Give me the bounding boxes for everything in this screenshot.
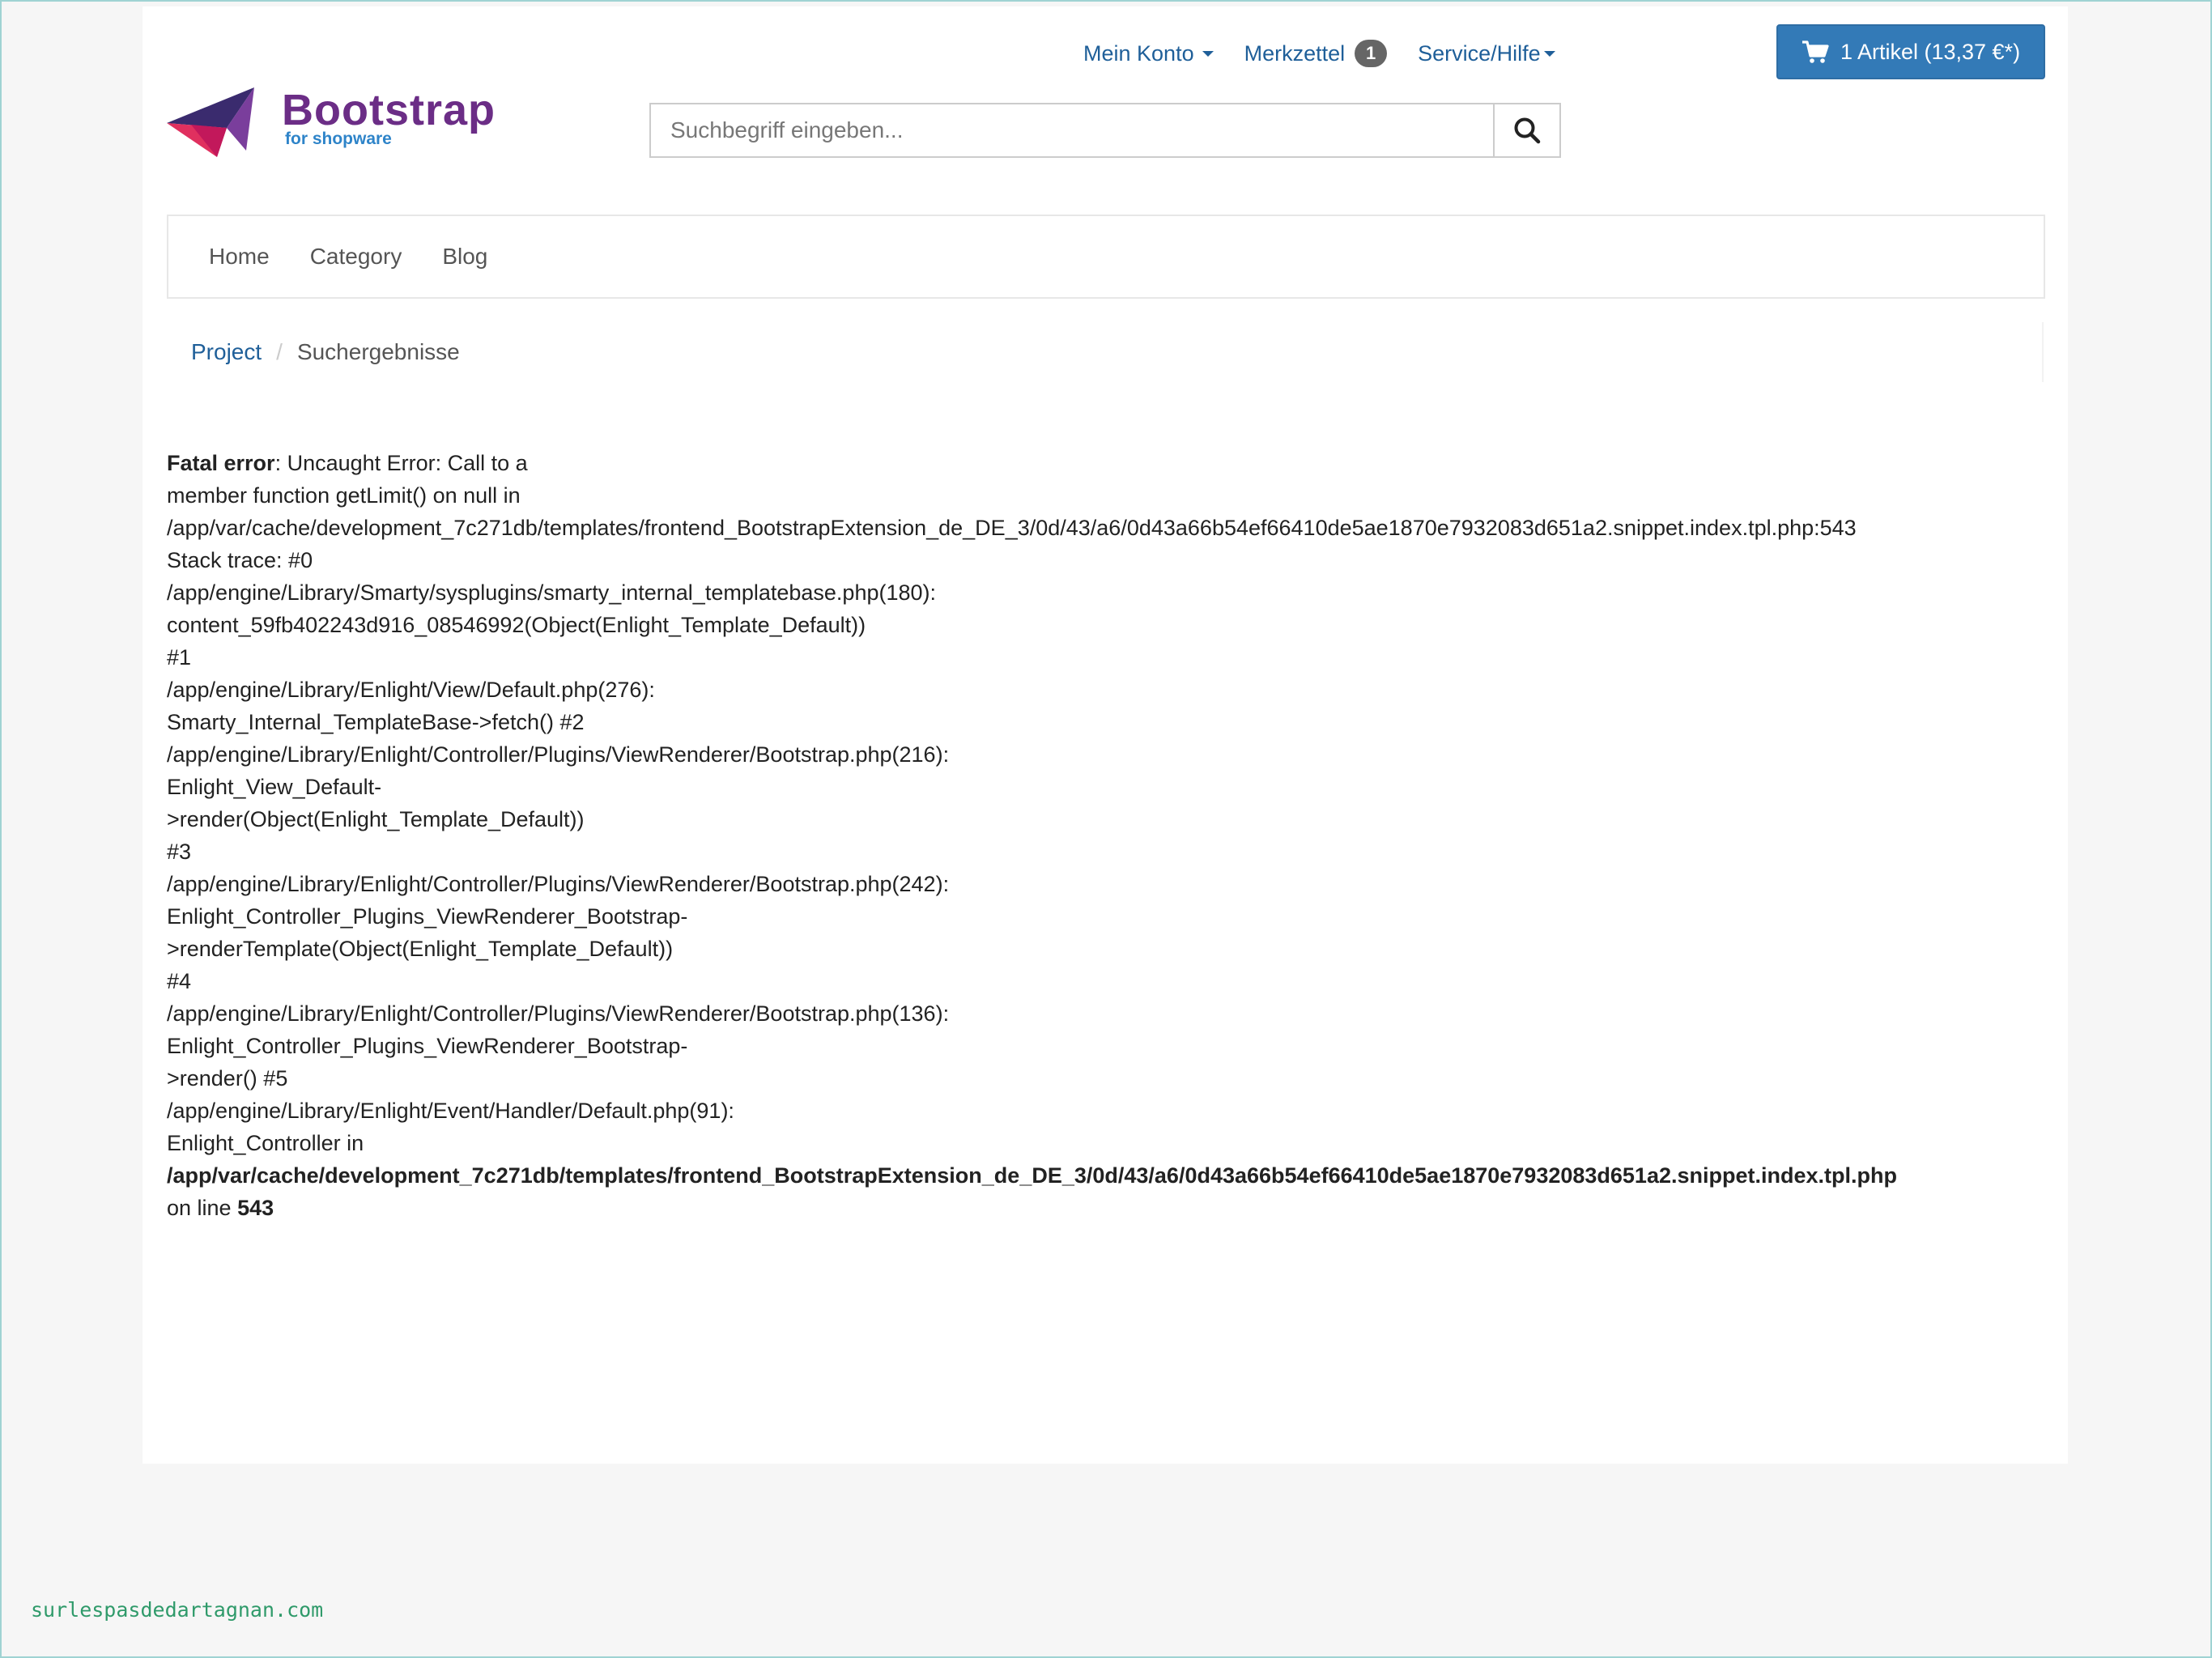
error-path-bold: /app/var/cache/development_7c271db/templ…: [167, 1163, 1897, 1188]
breadcrumb: Project / Suchergebnisse: [167, 322, 2044, 382]
my-account-dropdown[interactable]: Mein Konto: [1083, 41, 1214, 66]
error-line: Enlight_View_Default-: [167, 775, 382, 799]
error-line: /app/engine/Library/Enlight/Event/Handle…: [167, 1099, 734, 1123]
my-account-label: Mein Konto: [1083, 40, 1194, 66]
error-line: >render(Object(Enlight_Template_Default)…: [167, 807, 585, 831]
chevron-down-icon: [1543, 50, 1555, 57]
search-button[interactable]: [1493, 103, 1561, 158]
watermark: surlespasdedartagnan.com: [31, 1598, 324, 1622]
nav-item-home[interactable]: Home: [209, 244, 270, 270]
error-title: Fatal error: [167, 451, 275, 475]
logo-subtitle: for shopware: [285, 130, 392, 148]
main-navigation: Home Category Blog: [167, 215, 2045, 299]
error-line: Fatal error: Uncaught Error: Call to a: [167, 447, 2053, 479]
wishlist-label: Merkzettel: [1244, 40, 1346, 66]
error-line: /app/engine/Library/Smarty/sysplugins/sm…: [167, 580, 937, 605]
breadcrumb-root-link[interactable]: Project: [191, 339, 262, 365]
search-bar: [649, 103, 1561, 159]
error-line: >renderTemplate(Object(Enlight_Template_…: [167, 937, 674, 961]
wishlist-count-badge: 1: [1355, 40, 1388, 67]
error-line: Enlight_Controller_Plugins_ViewRenderer_…: [167, 904, 688, 929]
error-line: Stack trace: #0: [167, 548, 313, 572]
brand-logo[interactable]: Bootstrap for shopware: [167, 86, 507, 160]
error-line: Smarty_Internal_TemplateBase->fetch() #2: [167, 710, 585, 734]
nav-item-blog[interactable]: Blog: [442, 244, 487, 270]
error-line: #1: [167, 645, 192, 670]
error-line: /app/var/cache/development_7c271db/templ…: [167, 516, 1857, 540]
error-line-number: 543: [237, 1196, 274, 1220]
paper-plane-logo: [167, 87, 254, 157]
error-line: member function getLimit() on null in: [167, 483, 521, 508]
error-line: content_59fb402243d916_08546992(Object(E…: [167, 613, 866, 637]
service-dropdown[interactable]: Service/Hilfe: [1418, 41, 1555, 66]
shopping-cart-icon: [1802, 40, 1829, 63]
breadcrumb-separator: /: [276, 339, 283, 364]
error-text: : Uncaught Error: Call to a: [274, 451, 528, 475]
wishlist-link[interactable]: Merkzettel 1: [1244, 40, 1388, 67]
error-line: #3: [167, 840, 192, 864]
error-file-path: /app/var/cache/development_7c271db/templ…: [167, 1159, 2053, 1192]
error-line: #4: [167, 969, 192, 993]
error-line: /app/engine/Library/Enlight/Controller/P…: [167, 872, 950, 896]
search-icon: [1514, 117, 1541, 144]
nav-item-category[interactable]: Category: [310, 244, 402, 270]
error-line: Enlight_Controller in: [167, 1131, 364, 1155]
chevron-down-icon: [1202, 50, 1214, 57]
fatal-error-message: Fatal error: Uncaught Error: Call to a m…: [167, 447, 2053, 1224]
cart-button[interactable]: 1 Artikel (13,37 €*): [1776, 24, 2045, 79]
cart-label: 1 Artikel (13,37 €*): [1840, 39, 2021, 64]
error-line: Enlight_Controller_Plugins_ViewRenderer_…: [167, 1034, 688, 1058]
logo-wordmark: Bootstrap: [282, 86, 496, 134]
service-label: Service/Hilfe: [1418, 40, 1541, 66]
error-line: on line 543: [167, 1192, 2053, 1224]
error-line: >render() #5: [167, 1066, 288, 1090]
error-line: /app/engine/Library/Enlight/Controller/P…: [167, 742, 950, 767]
error-text: on line: [167, 1196, 238, 1220]
search-input[interactable]: [649, 103, 1493, 158]
top-links: Mein Konto Merkzettel 1 Service/Hilfe: [1083, 37, 1586, 70]
error-line: /app/engine/Library/Enlight/Controller/P…: [167, 1001, 950, 1026]
breadcrumb-current: Suchergebnisse: [296, 339, 460, 364]
error-line: /app/engine/Library/Enlight/View/Default…: [167, 678, 655, 702]
